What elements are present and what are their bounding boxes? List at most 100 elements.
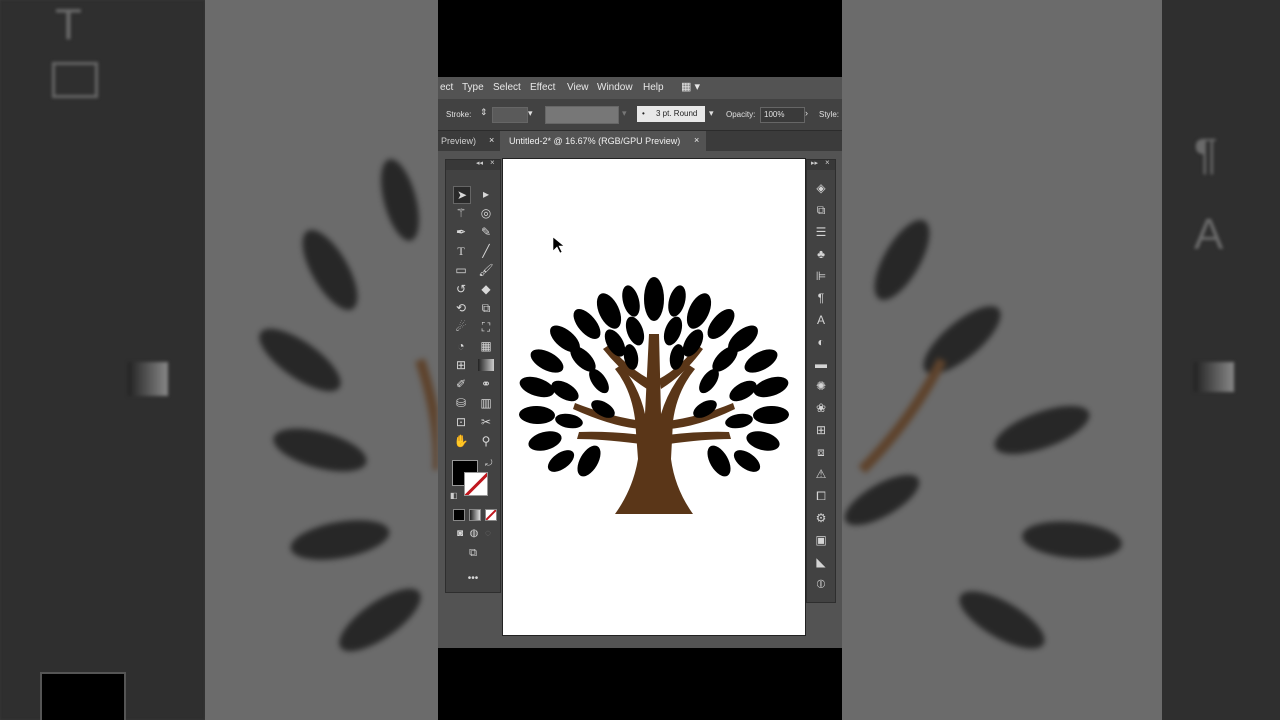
blend-icon[interactable]: ⚭: [478, 376, 494, 392]
selection-arrow-icon[interactable]: ➤: [453, 186, 471, 204]
brush-dropdown-icon[interactable]: ▾: [709, 108, 714, 119]
symbol-sprayer-icon[interactable]: ⛁: [453, 395, 469, 411]
letterbox-bottom: [438, 648, 842, 720]
properties-icon[interactable]: ☰: [813, 224, 829, 240]
tools-panel: ◂◂ × ➤ ▸ ⚚ ◎ ✒ ✎ T ╱ ▭ 🖌 ↺ ◆ ⟲ ⧉ ☄ ⛶ ◔ ▦…: [445, 158, 501, 593]
blurred-tree-right: [844, 220, 1122, 649]
opacity-arrow-icon[interactable]: ›: [805, 108, 808, 118]
tools-panel-header[interactable]: ◂◂ ×: [446, 158, 500, 170]
gradient-icon[interactable]: [478, 359, 494, 371]
blurred-background-right: A ¶: [842, 0, 1280, 720]
tab-previous-document[interactable]: Preview) ×: [438, 131, 500, 151]
character-icon[interactable]: A: [813, 312, 829, 328]
artboard[interactable]: [502, 158, 806, 636]
color-mode-icon[interactable]: [453, 509, 465, 521]
collapse-icon[interactable]: ◂◂: [476, 159, 483, 167]
stroke-weight-field[interactable]: [492, 107, 528, 123]
type-icon[interactable]: T: [453, 243, 469, 259]
lasso-icon[interactable]: ◎: [478, 205, 494, 221]
variable-width-dropdown-icon[interactable]: ▾: [622, 108, 627, 119]
shape-builder-icon[interactable]: ◔: [453, 338, 469, 354]
eraser-icon[interactable]: ◆: [478, 281, 494, 297]
rectangle-icon[interactable]: ▭: [453, 262, 469, 278]
line-segment-icon[interactable]: ╱: [478, 243, 494, 259]
symbols-icon[interactable]: ♣: [813, 246, 829, 262]
color-guide-icon[interactable]: ❀: [813, 400, 829, 416]
mesh-icon[interactable]: ⊞: [453, 357, 469, 373]
image-trace-icon[interactable]: ▣: [813, 532, 829, 548]
workspace-switcher-icon[interactable]: ▦ ▾: [681, 80, 700, 93]
opacity-field[interactable]: 100%: [760, 107, 805, 123]
mouse-cursor-icon: [552, 236, 565, 254]
menu-item-help[interactable]: Help: [643, 82, 664, 93]
artboards-icon[interactable]: ⧉: [813, 202, 829, 218]
transparency-icon[interactable]: ✺: [813, 378, 829, 394]
zoom-icon[interactable]: ⚲: [478, 433, 494, 449]
menu-bar: ect Type Select Effect View Window Help …: [438, 77, 842, 99]
none-mode-icon[interactable]: [485, 509, 497, 521]
tree-trunk: [573, 334, 735, 514]
layers-icon[interactable]: ◈: [813, 180, 829, 196]
style-label: Style:: [819, 110, 840, 119]
swatches-icon[interactable]: ⧠: [813, 488, 829, 504]
opacity-label: Opacity:: [726, 110, 756, 119]
stroke-swatch-none[interactable]: [464, 472, 488, 496]
column-graph-icon[interactable]: ▥: [478, 395, 494, 411]
blurred-fill-swatch: [40, 672, 126, 720]
menu-item-view[interactable]: View: [567, 82, 589, 93]
blurred-char-icon: A: [1194, 210, 1224, 259]
pen-icon[interactable]: ✒: [453, 224, 469, 240]
stroke-panel-icon[interactable]: ◣: [813, 554, 829, 570]
hand-icon[interactable]: ✋: [453, 433, 469, 449]
stroke-dropdown-icon[interactable]: ▾: [528, 108, 533, 119]
gradient-mode-icon[interactable]: [469, 509, 481, 521]
artboard-icon[interactable]: ⊡: [453, 414, 469, 430]
shaper-icon[interactable]: ↺: [453, 281, 469, 297]
pathfinder-icon[interactable]: ⧈: [813, 444, 829, 460]
brush-profile-field[interactable]: • 3 pt. Round: [637, 106, 705, 122]
tree-artwork[interactable]: [503, 159, 805, 635]
paintbrush-icon[interactable]: 🖌: [478, 262, 494, 278]
magic-wand-icon[interactable]: ⚚: [453, 205, 469, 221]
appearance-icon[interactable]: ◐: [813, 334, 829, 350]
transform-icon[interactable]: ⊞: [813, 422, 829, 438]
blurred-panel-strip: [1162, 0, 1280, 720]
brushes-icon[interactable]: ⚠: [813, 466, 829, 482]
eyedropper-icon[interactable]: ✐: [453, 376, 469, 392]
links-icon[interactable]: ⦶: [813, 576, 829, 592]
default-colors-icon[interactable]: ◧: [450, 491, 458, 500]
close-icon[interactable]: ×: [490, 158, 495, 167]
menu-item-type[interactable]: Type: [462, 82, 484, 93]
menu-item-window[interactable]: Window: [597, 82, 633, 93]
graphic-styles-icon[interactable]: ⚙: [813, 510, 829, 526]
gradient-panel-icon[interactable]: ▬: [813, 356, 829, 372]
none-slash-icon: [465, 473, 487, 495]
menu-item-select-partial[interactable]: ect: [440, 82, 453, 93]
screen-mode-icon[interactable]: ⧉: [465, 545, 481, 561]
tab-active-document[interactable]: Untitled-2* @ 16.67% (RGB/GPU Preview) ×: [500, 131, 706, 151]
align-icon[interactable]: ⊫: [813, 268, 829, 284]
stroke-stepper-icon[interactable]: ⇕: [480, 107, 488, 118]
warp-icon[interactable]: ☄: [453, 319, 469, 335]
expand-icon[interactable]: ▸▸: [811, 159, 818, 167]
menu-item-select[interactable]: Select: [493, 82, 521, 93]
slice-icon[interactable]: ✂: [478, 414, 494, 430]
paragraph-icon[interactable]: ¶: [813, 290, 829, 306]
swap-fill-stroke-icon[interactable]: ⤾: [485, 458, 493, 469]
brush-profile-value: 3 pt. Round: [656, 109, 698, 118]
variable-width-field[interactable]: [545, 106, 619, 124]
edit-toolbar-icon[interactable]: •••: [465, 571, 481, 587]
curvature-icon[interactable]: ✎: [478, 224, 494, 240]
panel-dock-header[interactable]: ▸▸ ×: [807, 158, 835, 170]
scale-icon[interactable]: ⧉: [478, 300, 494, 316]
video-frame: ect Type Select Effect View Window Help …: [438, 0, 842, 720]
rotate-icon[interactable]: ⟲: [453, 300, 469, 316]
free-transform-icon[interactable]: ⛶: [478, 319, 494, 335]
close-icon[interactable]: ×: [489, 135, 494, 145]
close-icon[interactable]: ×: [694, 135, 699, 145]
menu-item-effect[interactable]: Effect: [530, 82, 555, 93]
direct-selection-icon[interactable]: ▸: [478, 186, 494, 202]
perspective-grid-icon[interactable]: ▦: [478, 338, 494, 354]
draw-inside-icon[interactable]: ◌: [480, 526, 496, 542]
close-icon[interactable]: ×: [825, 158, 830, 167]
